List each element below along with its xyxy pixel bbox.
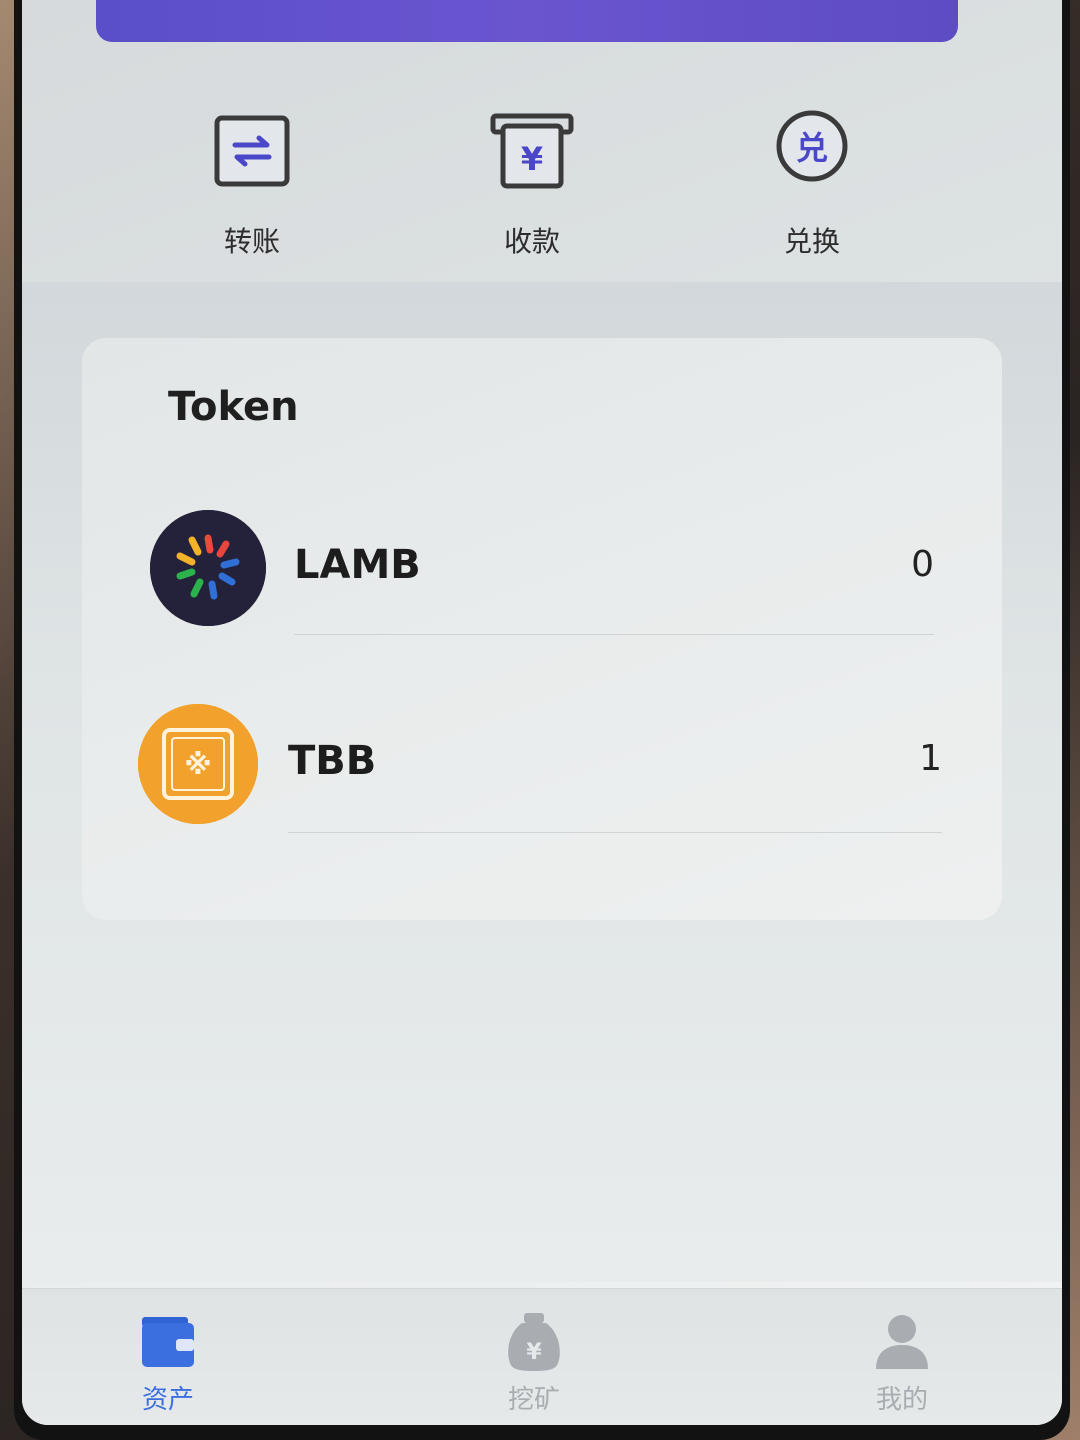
tab-label: 我的 — [875, 1385, 928, 1415]
svg-text:※: ※ — [184, 748, 211, 781]
transfer-icon — [209, 108, 295, 194]
exchange-label: 兑换 — [783, 225, 840, 258]
app-screen: 转账 ¥ 收款 兑 兑换 Token LAMB 0 ※ TBB 1 资产 ¥ 挖… — [22, 0, 1062, 1425]
yen-glyph: ¥ — [521, 140, 543, 178]
row-divider — [294, 634, 934, 635]
wallet-banner[interactable] — [96, 0, 958, 42]
quick-actions: 转账 ¥ 收款 兑 兑换 — [22, 100, 1062, 270]
transfer-action[interactable]: 转账 — [152, 100, 352, 270]
tab-profile[interactable]: 我的 — [832, 1309, 972, 1416]
receive-yen-icon: ¥ — [489, 108, 575, 194]
token-balance: 0 — [911, 544, 934, 585]
token-symbol: LAMB — [294, 542, 421, 588]
money-bag-icon: ¥ — [502, 1309, 566, 1373]
tab-mining[interactable]: ¥ 挖矿 — [464, 1309, 604, 1416]
bottom-tab-bar: 资产 ¥ 挖矿 我的 — [22, 1288, 1062, 1425]
svg-text:¥: ¥ — [526, 1340, 542, 1365]
transfer-label: 转账 — [223, 225, 280, 258]
token-card: Token LAMB 0 ※ TBB 1 — [82, 338, 1002, 920]
receive-action[interactable]: ¥ 收款 — [432, 100, 632, 270]
receive-label: 收款 — [503, 225, 560, 258]
exchange-icon: 兑 — [769, 108, 855, 194]
lamb-logo-icon — [150, 510, 266, 626]
token-section-title: Token — [168, 384, 299, 430]
exchange-action[interactable]: 兑 兑换 — [712, 100, 912, 270]
token-balance: 1 — [919, 738, 942, 779]
profile-icon — [870, 1309, 934, 1373]
token-row-tbb[interactable]: ※ TBB 1 — [138, 704, 942, 854]
token-symbol: TBB — [288, 738, 377, 784]
wallet-icon — [136, 1309, 200, 1373]
exchange-glyph: 兑 — [796, 129, 828, 167]
token-row-lamb[interactable]: LAMB 0 — [150, 510, 934, 660]
tab-label: 挖矿 — [507, 1385, 560, 1415]
tab-assets[interactable]: 资产 — [98, 1309, 238, 1416]
tbb-logo-icon: ※ — [138, 704, 258, 824]
row-divider — [288, 832, 942, 833]
phone-frame: 转账 ¥ 收款 兑 兑换 Token LAMB 0 ※ TBB 1 资产 ¥ 挖… — [14, 0, 1070, 1440]
tab-label: 资产 — [141, 1385, 194, 1415]
